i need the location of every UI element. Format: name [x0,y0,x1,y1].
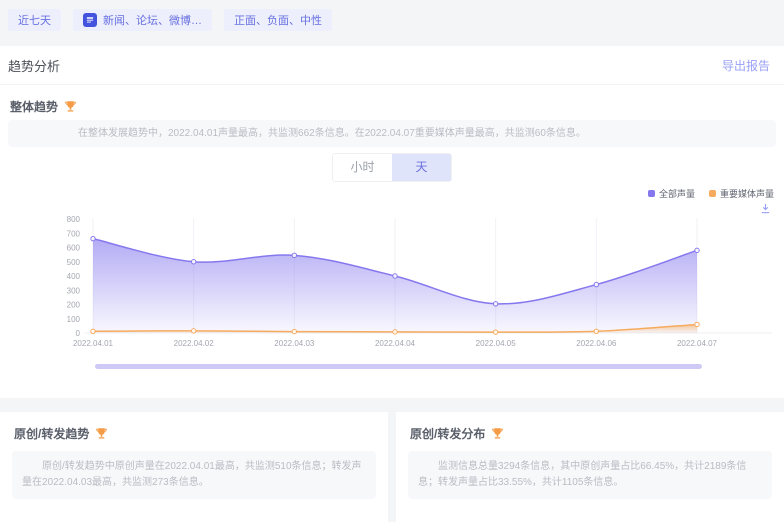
svg-text:300: 300 [67,286,81,295]
svg-text:700: 700 [67,229,81,238]
svg-text:500: 500 [67,258,81,267]
chart-legend: 全部声量 重要媒体声量 [648,187,774,200]
legend-label-important-media: 重要媒体声量 [720,187,774,200]
tab-day[interactable]: 天 [392,154,451,181]
bottom-cards-row: 原创/转发趋势 原创/转发趋势中原创声量在2022.04.01最高，共监测510… [0,412,784,522]
svg-text:800: 800 [67,215,81,224]
svg-text:2022.04.02: 2022.04.02 [174,339,215,348]
original-repost-distribution-title: 原创/转发分布 [410,425,485,442]
svg-text:2022.04.04: 2022.04.04 [375,339,416,348]
svg-text:0: 0 [76,329,81,338]
overall-trend-heading: 整体趋势 [10,98,77,115]
trophy-icon [95,427,108,440]
svg-text:100: 100 [67,315,81,324]
granularity-tabs: 小时 天 [332,153,452,182]
filter-media-types-label: 新闻、论坛、微博… [103,12,202,28]
filter-chip-media-types[interactable]: 新闻、论坛、微博… [73,9,212,31]
trend-analysis-card: 趋势分析 导出报告 整体趋势 在整体发展趋势中，2022.04.01声量最高，共… [0,46,784,398]
original-repost-distribution-heading: 原创/转发分布 [396,412,784,451]
trophy-icon [64,100,77,113]
export-report-link[interactable]: 导出报告 [722,57,770,74]
original-repost-trend-heading: 原创/转发趋势 [0,412,388,451]
card-header: 趋势分析 导出报告 [0,46,784,85]
filter-chip-time-range[interactable]: 近七天 [8,9,61,31]
filter-chip-sentiments[interactable]: 正面、负面、中性 [224,9,332,31]
filter-sentiments-label: 正面、负面、中性 [234,12,322,28]
news-list-icon [83,13,97,27]
page-title: 趋势分析 [8,56,60,75]
legend-dot-total [648,190,655,197]
filter-bar: 近七天 新闻、论坛、微博… 正面、负面、中性 [8,9,332,31]
original-repost-trend-summary: 原创/转发趋势中原创声量在2022.04.01最高，共监测510条信息；转发声量… [12,451,376,499]
original-repost-distribution-card: 原创/转发分布 监测信息总量3294条信息，其中原创声量占比66.45%，共计2… [396,412,784,522]
trend-area-chart: 2022.04.01 2022.04.02 2022.04.03 2022.04.04… [0,212,784,357]
original-repost-distribution-summary: 监测信息总量3294条信息，其中原创声量占比66.45%，共计2189条信息；转… [408,451,772,499]
filter-time-range-label: 近七天 [18,12,51,28]
legend-item-important-media[interactable]: 重要媒体声量 [709,187,774,200]
svg-text:2022.04.01: 2022.04.01 [73,339,114,348]
overall-trend-title: 整体趋势 [10,98,58,115]
svg-text:200: 200 [67,301,81,310]
svg-text:600: 600 [67,244,81,253]
svg-text:2022.04.07: 2022.04.07 [677,339,718,348]
svg-text:2022.04.03: 2022.04.03 [274,339,315,348]
overall-summary: 在整体发展趋势中，2022.04.01声量最高，共监测662条信息。在2022.… [8,120,776,147]
original-repost-trend-card: 原创/转发趋势 原创/转发趋势中原创声量在2022.04.01最高，共监测510… [0,412,388,522]
original-repost-trend-title: 原创/转发趋势 [14,425,89,442]
legend-dot-important-media [709,190,716,197]
svg-text:2022.04.05: 2022.04.05 [476,339,517,348]
chart-datazoom-scrollbar[interactable] [95,364,702,369]
legend-item-total[interactable]: 全部声量 [648,187,695,200]
legend-label-total: 全部声量 [659,187,695,200]
trophy-icon [491,427,504,440]
chart-canvas: 2022.04.01 2022.04.02 2022.04.03 2022.04.04… [0,212,784,357]
svg-text:2022.04.06: 2022.04.06 [576,339,617,348]
tab-hour[interactable]: 小时 [333,154,392,181]
svg-text:400: 400 [67,272,81,281]
